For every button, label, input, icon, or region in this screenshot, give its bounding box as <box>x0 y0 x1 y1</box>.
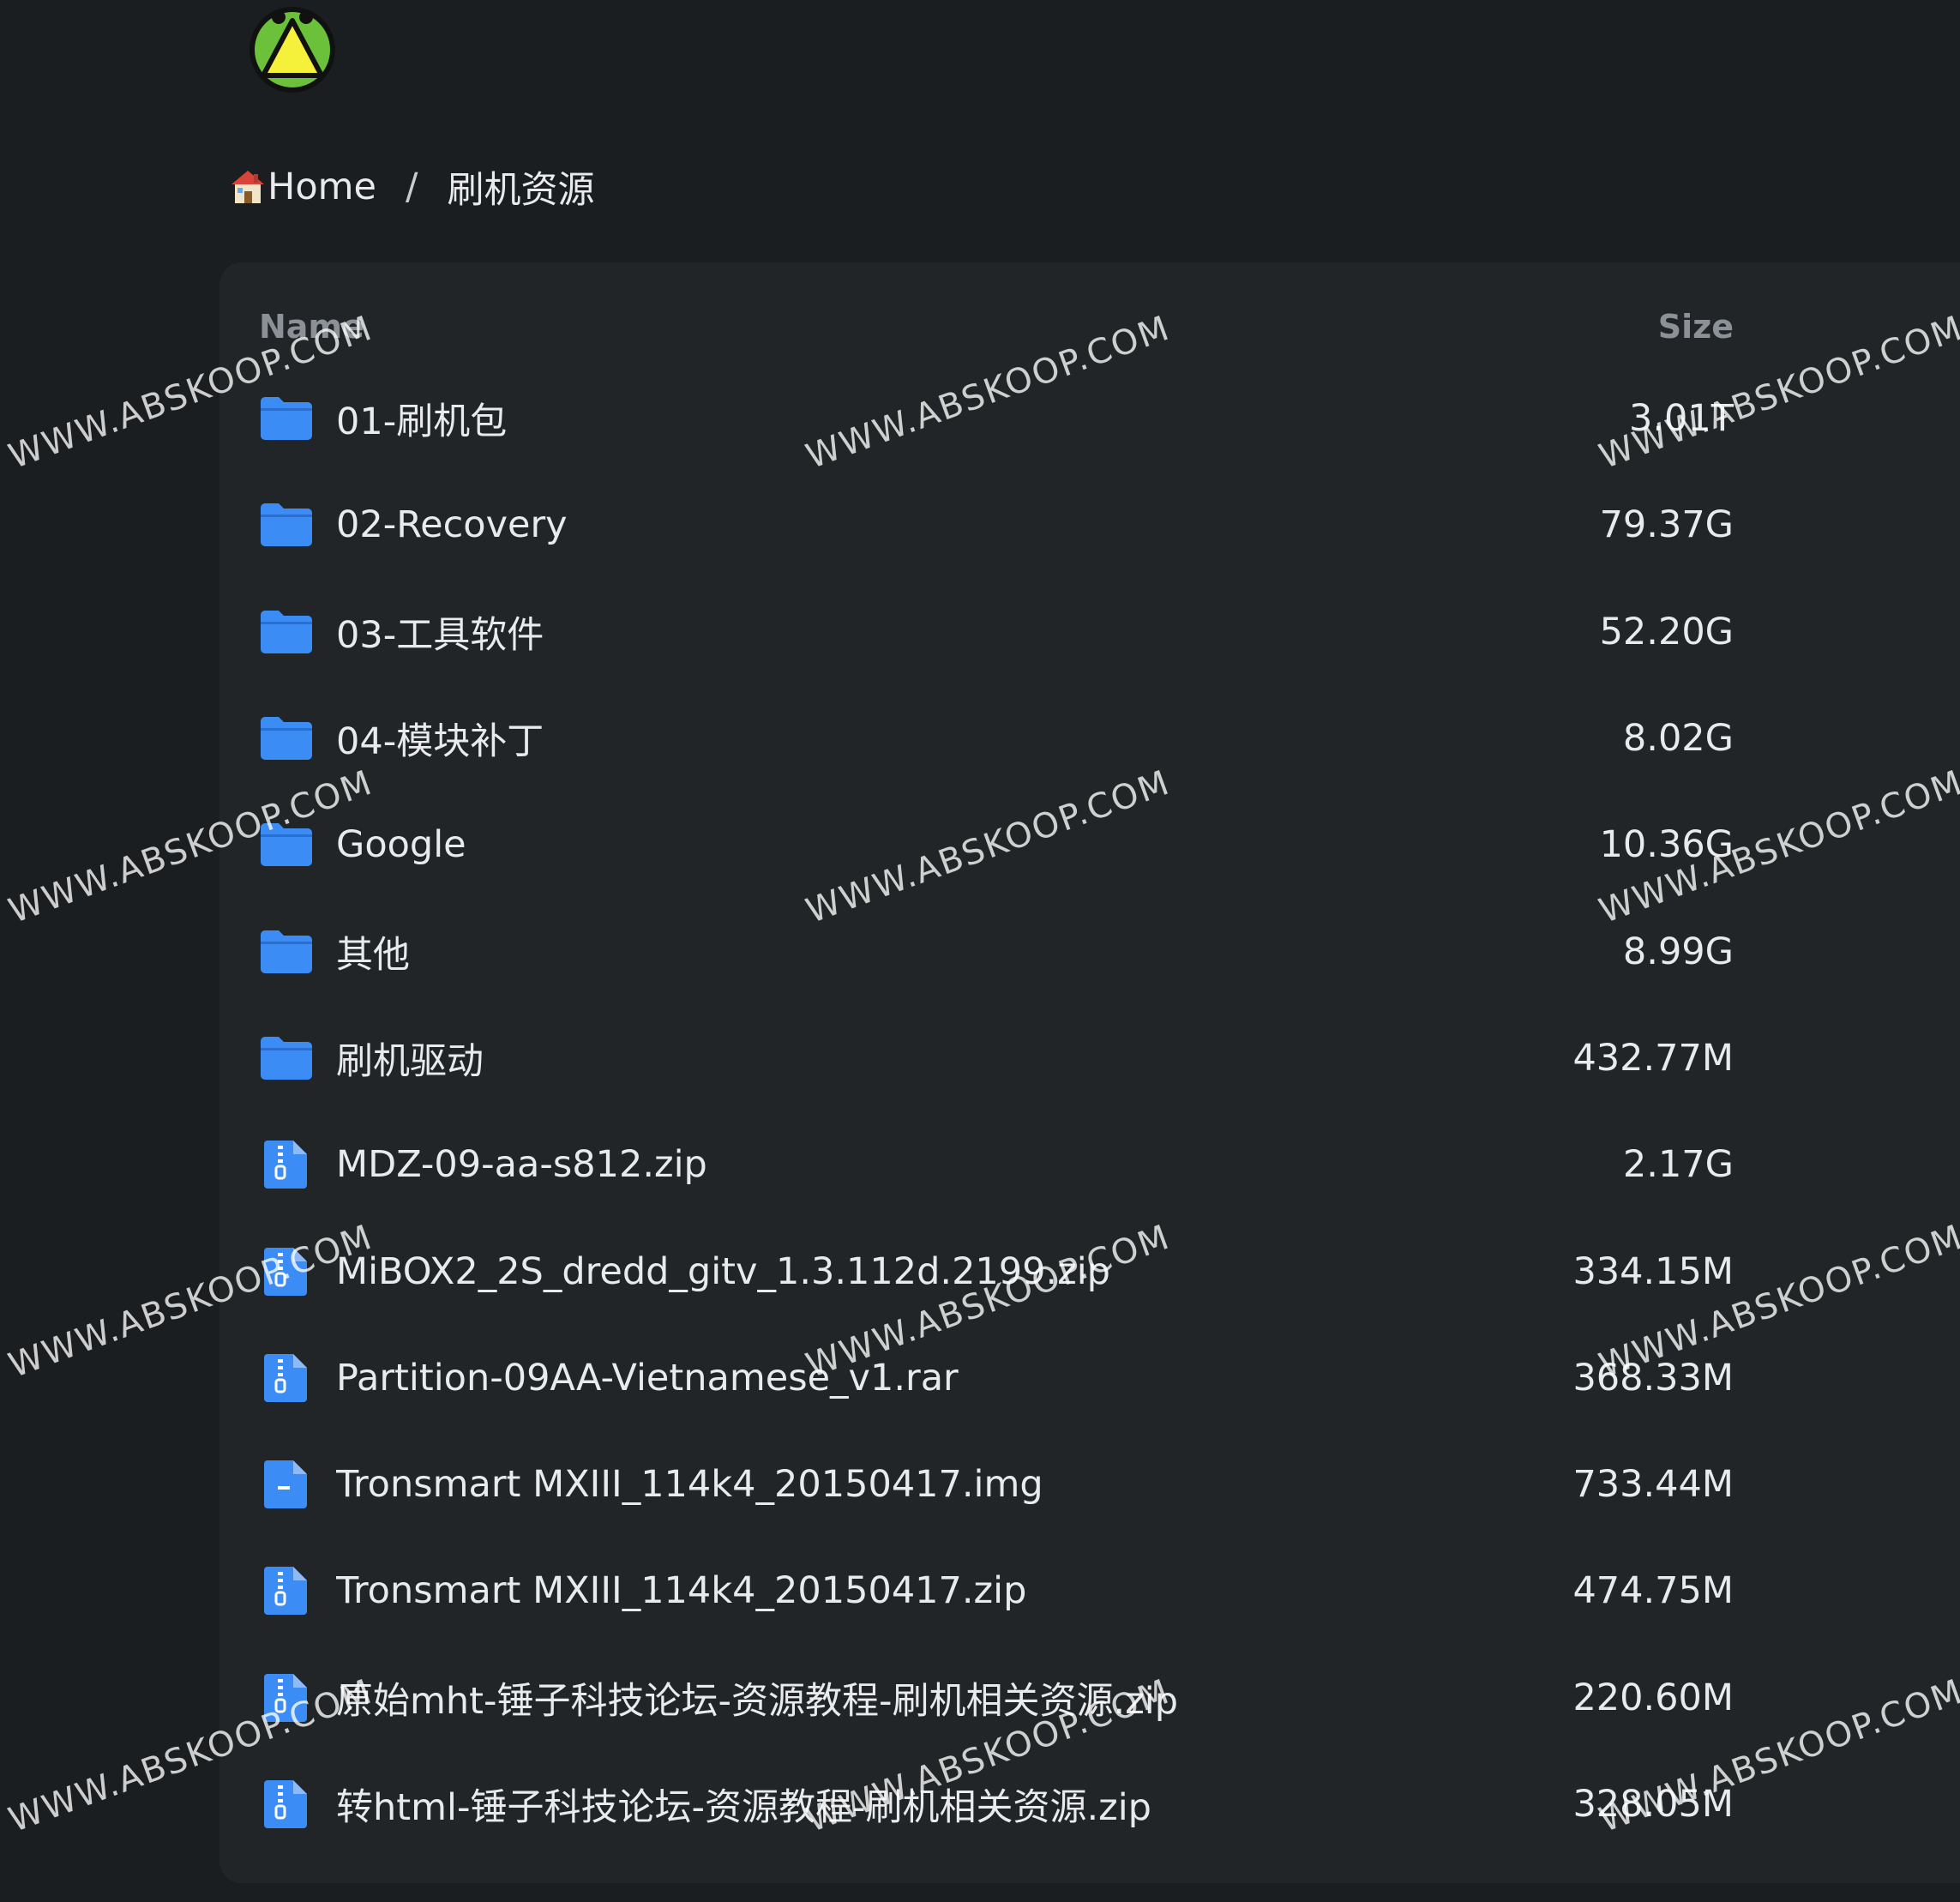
file-icon <box>259 1457 314 1512</box>
breadcrumb-home[interactable]: Home <box>228 166 376 208</box>
item-name[interactable]: 01-刷机包 <box>336 392 1629 445</box>
zip-file-icon <box>259 1244 314 1299</box>
folder-row[interactable]: 其他 8.99G <box>259 898 1734 1004</box>
folder-row[interactable]: 刷机驱动 432.77M <box>259 1005 1734 1111</box>
house-icon <box>231 171 264 203</box>
folder-icon <box>259 1031 314 1086</box>
item-name[interactable]: Tronsmart MXIII_114k4_20150417.zip <box>336 1569 1572 1612</box>
item-size: 474.75M <box>1572 1569 1734 1613</box>
item-name[interactable]: MDZ-09-aa-s812.zip <box>336 1143 1623 1186</box>
file-row[interactable]: Partition-09AA-Vietnamese_v1.rar 368.33M <box>259 1325 1734 1431</box>
item-size: 368.33M <box>1572 1356 1734 1399</box>
folder-row[interactable]: 01-刷机包 3.01T <box>259 365 1734 472</box>
zip-file-icon <box>259 1137 314 1192</box>
item-name[interactable]: MiBOX2_2S_dredd_gitv_1.3.112d.2199.zip <box>336 1250 1572 1293</box>
breadcrumb-home-label: Home <box>268 166 376 208</box>
folder-icon <box>259 497 314 552</box>
zip-file-icon <box>259 1670 314 1725</box>
item-name[interactable]: 其他 <box>336 925 1623 978</box>
file-row[interactable]: Tronsmart MXIII_114k4_20150417.zip 474.75… <box>259 1538 1734 1644</box>
item-name[interactable]: Google <box>336 823 1600 866</box>
item-name[interactable]: 刷机驱动 <box>336 1032 1572 1085</box>
folder-row[interactable]: Google 10.36G <box>259 791 1734 898</box>
breadcrumb-separator: / <box>405 166 418 208</box>
breadcrumb-current[interactable]: 刷机资源 <box>447 160 594 214</box>
item-size: 10.36G <box>1599 823 1734 867</box>
zip-file-icon <box>259 1777 314 1832</box>
item-name[interactable]: 04-模块补丁 <box>336 712 1623 765</box>
folder-icon <box>259 605 314 659</box>
item-size: 3.01T <box>1628 397 1734 441</box>
folder-icon <box>259 391 314 446</box>
item-name[interactable]: Partition-09AA-Vietnamese_v1.rar <box>336 1357 1572 1399</box>
item-size: 334.15M <box>1572 1249 1734 1293</box>
column-header-name[interactable]: Name <box>259 308 364 346</box>
bug-logo-icon <box>250 7 335 93</box>
item-name[interactable]: 02-Recovery <box>336 503 1600 546</box>
zip-file-icon <box>259 1351 314 1405</box>
item-size: 432.77M <box>1572 1036 1734 1080</box>
list-header: Name Size <box>259 305 1734 348</box>
file-list-card: Name Size 01-刷机包 3.01T 02-Recovery 79.37G 03… <box>219 262 1960 1883</box>
folder-row[interactable]: 02-Recovery 79.37G <box>259 472 1734 578</box>
item-name[interactable]: 原始mht-锤子科技论坛-资源教程-刷机相关资源.zip <box>336 1671 1572 1724</box>
breadcrumb: Home / 刷机资源 <box>228 159 594 215</box>
site-logo[interactable] <box>244 0 340 96</box>
file-row[interactable]: 原始mht-锤子科技论坛-资源教程-刷机相关资源.zip 220.60M <box>259 1645 1734 1751</box>
folder-icon <box>259 924 314 979</box>
item-name[interactable]: Tronsmart MXIII_114k4_20150417.img <box>336 1463 1572 1506</box>
file-row[interactable]: MiBOX2_2S_dredd_gitv_1.3.112d.2199.zip 33… <box>259 1218 1734 1324</box>
folder-icon <box>259 817 314 872</box>
item-size: 8.02G <box>1622 717 1734 761</box>
folder-row[interactable]: 03-工具软件 52.20G <box>259 579 1734 685</box>
column-header-size[interactable]: Size <box>1658 308 1734 346</box>
item-name[interactable]: 转html-锤子科技论坛-资源教程-刷机相关资源.zip <box>336 1778 1572 1831</box>
zip-file-icon <box>259 1563 314 1618</box>
item-size: 2.17G <box>1622 1143 1734 1187</box>
file-row[interactable]: 转html-锤子科技论坛-资源教程-刷机相关资源.zip 328.05M <box>259 1751 1734 1857</box>
folder-row[interactable]: 04-模块补丁 8.02G <box>259 685 1734 791</box>
item-size: 733.44M <box>1572 1463 1734 1507</box>
file-row[interactable]: MDZ-09-aa-s812.zip 2.17G <box>259 1111 1734 1218</box>
item-name[interactable]: 03-工具软件 <box>336 605 1600 659</box>
file-row[interactable]: Tronsmart MXIII_114k4_20150417.img 733.44… <box>259 1431 1734 1538</box>
item-size: 220.60M <box>1572 1676 1734 1719</box>
item-size: 79.37G <box>1599 503 1734 547</box>
folder-icon <box>259 711 314 766</box>
item-size: 52.20G <box>1599 610 1734 653</box>
item-size: 8.99G <box>1622 930 1734 973</box>
file-list: 01-刷机包 3.01T 02-Recovery 79.37G 03-工具软件 52.20… <box>259 365 1734 1857</box>
item-size: 328.05M <box>1572 1783 1734 1826</box>
